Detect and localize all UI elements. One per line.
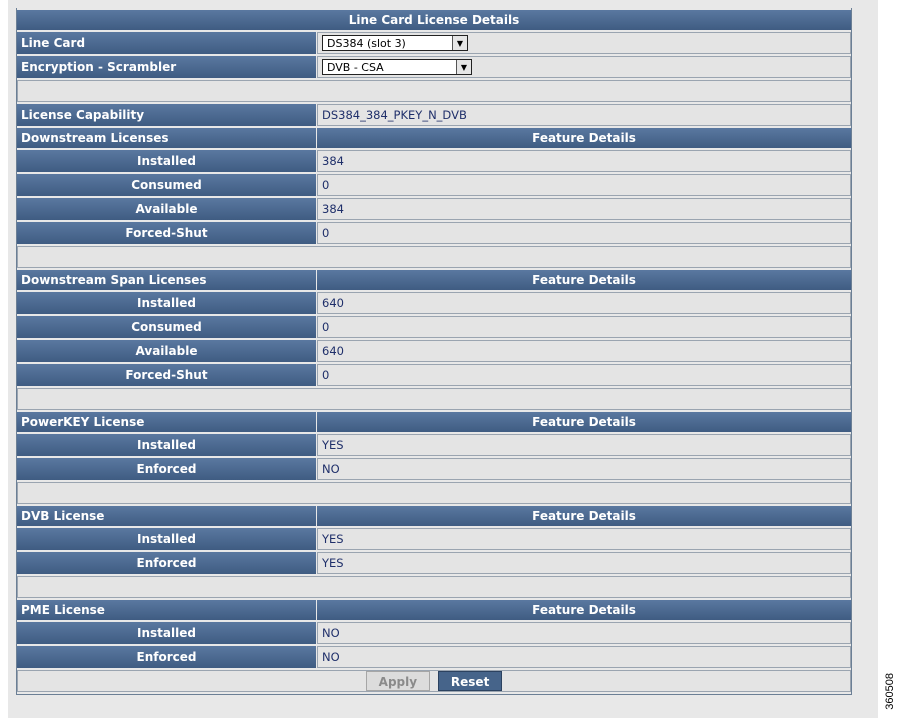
table-row: Installed 384 <box>17 150 851 172</box>
row-value: 0 <box>317 364 851 386</box>
row-label: Consumed <box>17 316 317 338</box>
line-card-row: Line Card DS384 (slot 3) ▼ <box>17 32 851 54</box>
row-label: Installed <box>17 292 317 314</box>
row-label: Installed <box>17 622 317 644</box>
encryption-row: Encryption - Scrambler DVB - CSA ▼ <box>17 56 851 78</box>
table-row: Forced-Shut 0 <box>17 364 851 386</box>
feature-details-header: Feature Details <box>317 412 851 432</box>
powerkey-license-label: PowerKEY License <box>17 412 317 432</box>
spacer-row <box>17 246 851 268</box>
dvb-header-row: DVB License Feature Details <box>17 506 851 526</box>
button-row: Apply Reset <box>17 670 851 692</box>
row-value: YES <box>317 434 851 456</box>
powerkey-header-row: PowerKEY License Feature Details <box>17 412 851 432</box>
dvb-license-label: DVB License <box>17 506 317 526</box>
row-value: 384 <box>317 150 851 172</box>
feature-details-header: Feature Details <box>317 600 851 620</box>
table-row: Available 640 <box>17 340 851 362</box>
downstream-header-row: Downstream Licenses Feature Details <box>17 128 851 148</box>
feature-details-header: Feature Details <box>317 506 851 526</box>
row-value: 0 <box>317 222 851 244</box>
license-capability-value: DS384_384_PKEY_N_DVB <box>317 104 851 126</box>
table-row: Installed YES <box>17 528 851 550</box>
row-label: Available <box>17 198 317 220</box>
license-capability-label: License Capability <box>17 104 317 126</box>
row-value: NO <box>317 622 851 644</box>
table-row: Installed 640 <box>17 292 851 314</box>
table-row: Forced-Shut 0 <box>17 222 851 244</box>
table-row: Enforced NO <box>17 646 851 668</box>
row-label: Forced-Shut <box>17 222 317 244</box>
apply-button[interactable]: Apply <box>365 671 431 691</box>
table-row: Enforced NO <box>17 458 851 480</box>
license-capability-row: License Capability DS384_384_PKEY_N_DVB <box>17 104 851 126</box>
line-card-select[interactable]: DS384 (slot 3) ▼ <box>322 35 468 51</box>
table-row: Available 384 <box>17 198 851 220</box>
row-label: Installed <box>17 528 317 550</box>
table-row: Installed NO <box>17 622 851 644</box>
reset-button[interactable]: Reset <box>437 671 503 691</box>
row-value: 640 <box>317 292 851 314</box>
row-value: NO <box>317 458 851 480</box>
line-card-label: Line Card <box>17 32 317 54</box>
feature-details-header: Feature Details <box>317 128 851 148</box>
table-row: Enforced YES <box>17 552 851 574</box>
row-label: Installed <box>17 434 317 456</box>
row-value: 0 <box>317 316 851 338</box>
pme-license-label: PME License <box>17 600 317 620</box>
chevron-down-icon[interactable]: ▼ <box>452 36 467 50</box>
row-value: 0 <box>317 174 851 196</box>
pme-header-row: PME License Feature Details <box>17 600 851 620</box>
figure-number: 360508 <box>884 673 896 710</box>
table-row: Installed YES <box>17 434 851 456</box>
table-row: Consumed 0 <box>17 174 851 196</box>
row-label: Installed <box>17 150 317 172</box>
row-value: 640 <box>317 340 851 362</box>
spacer-row <box>17 80 851 102</box>
line-card-select-value: DS384 (slot 3) <box>327 36 406 50</box>
downstream-span-licenses-label: Downstream Span Licenses <box>17 270 317 290</box>
row-label: Enforced <box>17 646 317 668</box>
encryption-label: Encryption - Scrambler <box>17 56 317 78</box>
feature-details-header: Feature Details <box>317 270 851 290</box>
row-value: YES <box>317 552 851 574</box>
row-label: Available <box>17 340 317 362</box>
license-details-table: Line Card License Details Line Card DS38… <box>16 8 852 695</box>
table-title-row: Line Card License Details <box>17 10 851 30</box>
chevron-down-icon[interactable]: ▼ <box>456 60 471 74</box>
table-title: Line Card License Details <box>17 10 851 30</box>
downstream-span-header-row: Downstream Span Licenses Feature Details <box>17 270 851 290</box>
table-row: Consumed 0 <box>17 316 851 338</box>
spacer-row <box>17 388 851 410</box>
spacer-row <box>17 482 851 504</box>
row-value: YES <box>317 528 851 550</box>
row-label: Forced-Shut <box>17 364 317 386</box>
row-value: NO <box>317 646 851 668</box>
encryption-select-value: DVB - CSA <box>327 60 384 74</box>
row-label: Consumed <box>17 174 317 196</box>
row-label: Enforced <box>17 458 317 480</box>
downstream-licenses-label: Downstream Licenses <box>17 128 317 148</box>
encryption-select[interactable]: DVB - CSA ▼ <box>322 59 472 75</box>
row-value: 384 <box>317 198 851 220</box>
spacer-row <box>17 576 851 598</box>
row-label: Enforced <box>17 552 317 574</box>
